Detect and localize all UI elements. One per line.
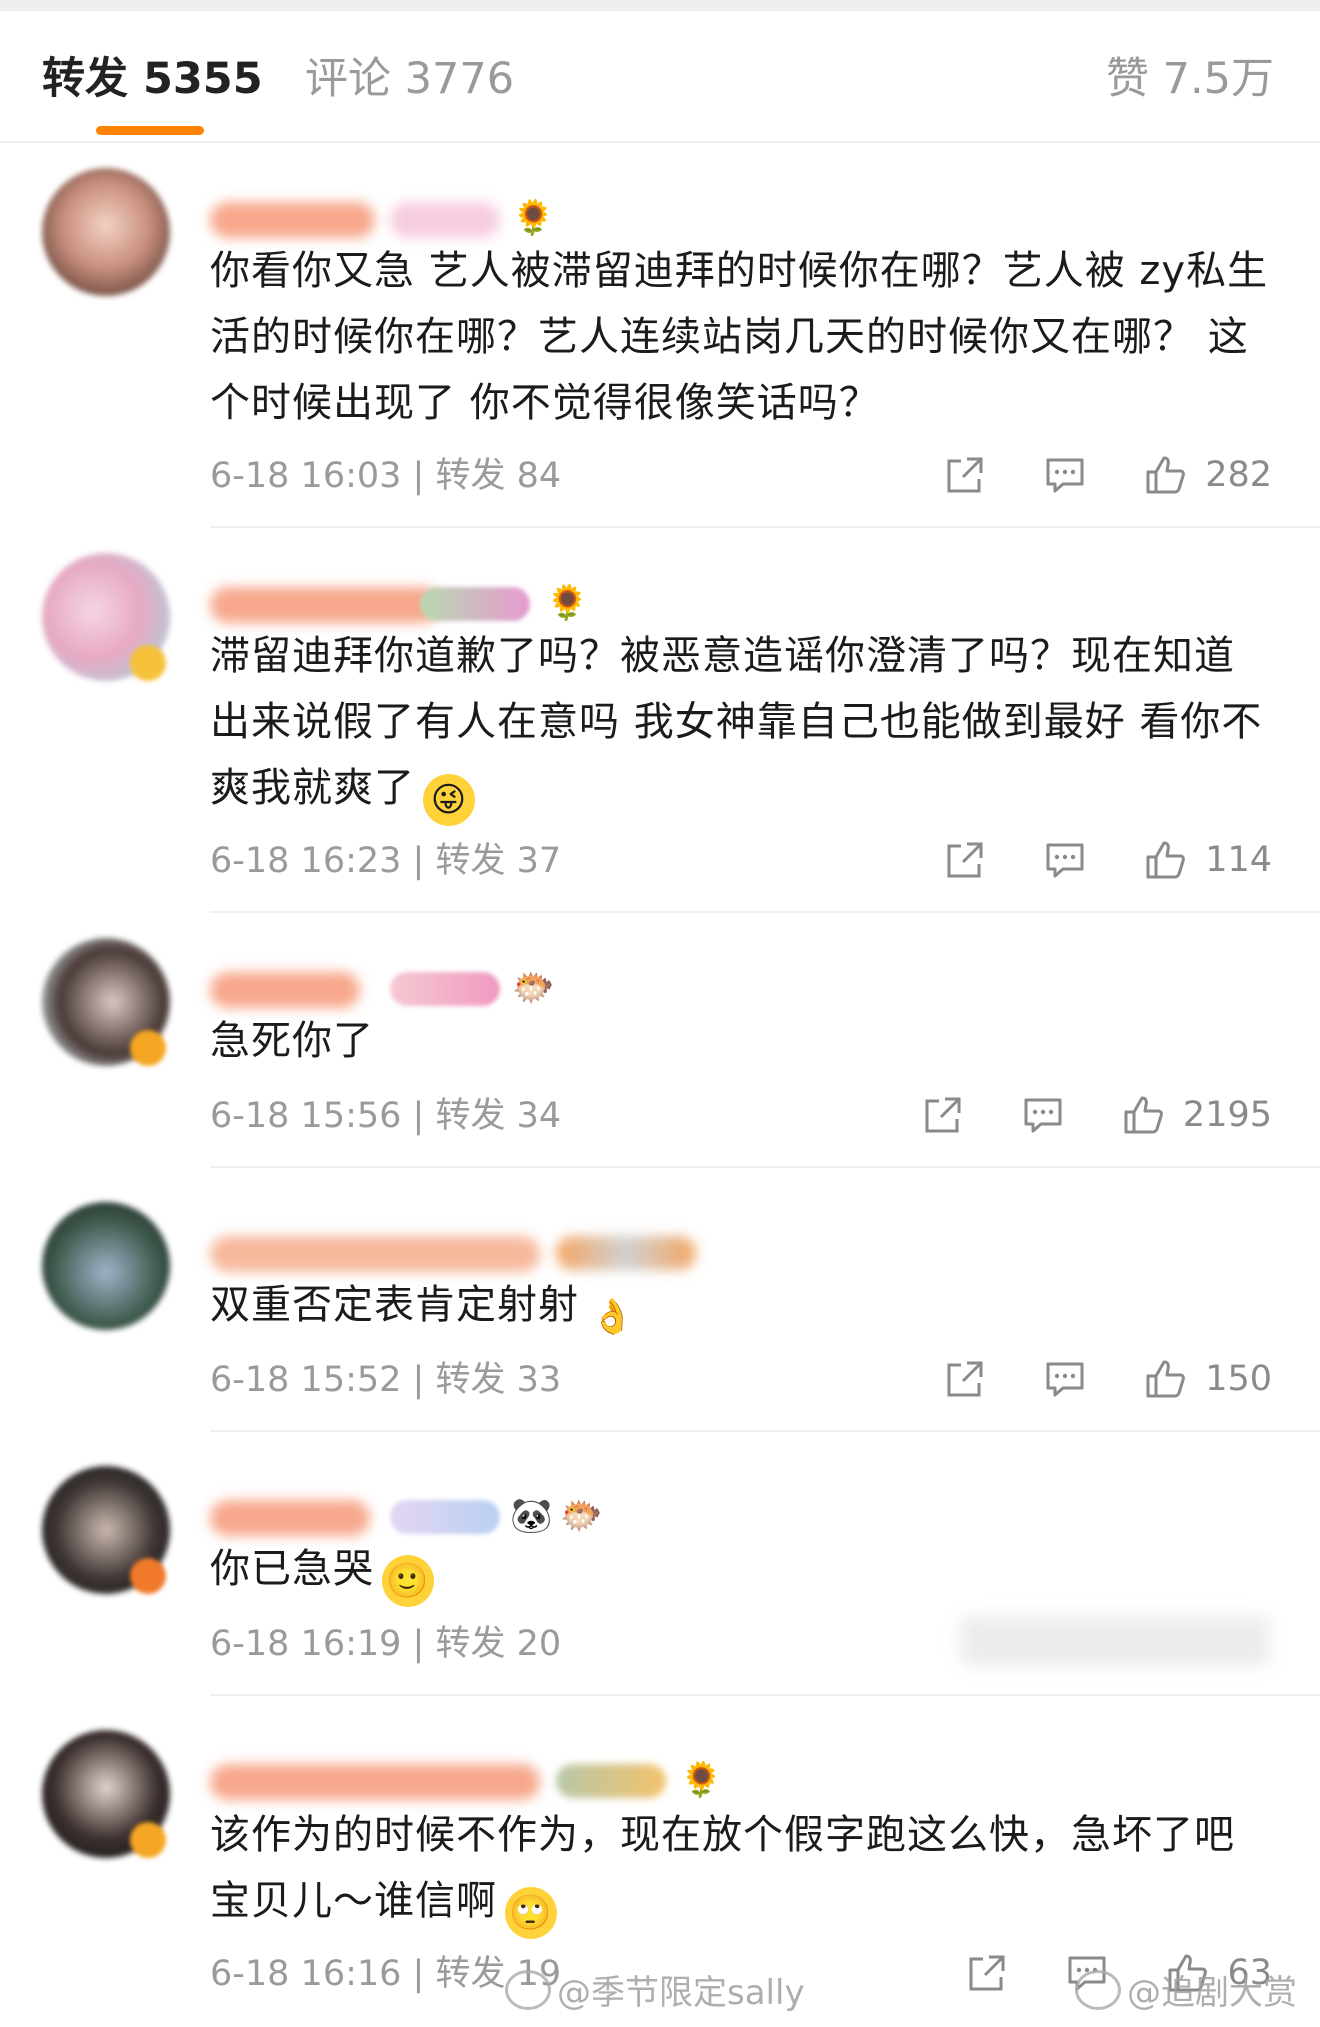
watermark-right-text: @追剧大赏 xyxy=(1127,1973,1297,2013)
share-icon[interactable] xyxy=(921,1093,965,1137)
username-blurred[interactable] xyxy=(210,1500,370,1536)
username-blurred[interactable] xyxy=(210,202,375,238)
thumbs-up-icon xyxy=(1146,841,1186,879)
comment-text-body: 你已急哭 xyxy=(210,1546,374,1592)
share-icon[interactable] xyxy=(965,1951,1009,1995)
like-button[interactable]: 2195 xyxy=(1121,1093,1272,1137)
weibo-logo-icon xyxy=(1075,1970,1121,2010)
comment-text-body: 双重否定表肯定射射 xyxy=(210,1282,579,1328)
tab-likes[interactable]: 赞 7.5万 xyxy=(1106,51,1274,107)
comment-meta: 6-18 16:19 | 转发 20 xyxy=(210,1624,562,1664)
comment-item: 🐡 急死你了 6-18 15:56 | 转发 34 2195 xyxy=(0,938,1320,1168)
like-count: 282 xyxy=(1205,455,1272,495)
comment-actions: 2195 xyxy=(865,1092,1272,1138)
comment-item: 🐼 🐡 你已急哭 🙂 6-18 16:19 | 转发 20 xyxy=(0,1466,1320,1696)
comment-meta: 6-18 16:03 | 转发 84 xyxy=(210,456,562,496)
fish-icon: 🐡 xyxy=(512,968,555,1008)
avatar[interactable] xyxy=(42,168,170,296)
comment-meta: 6-18 15:56 | 转发 34 xyxy=(210,1096,562,1136)
name-badge-blurred xyxy=(390,202,500,238)
level-badge-icon xyxy=(420,587,530,621)
comment-meta: 6-18 16:23 | 转发 37 xyxy=(210,841,562,881)
comment-item: 🌻 滞留迪拜你道歉了吗？被恶意造谣你澄清了吗？现在知道出来说假了有人在意吗 我女… xyxy=(0,553,1320,913)
divider xyxy=(210,1166,1320,1168)
comment-meta: 6-18 15:52 | 转发 33 xyxy=(210,1360,562,1400)
comment-text: 你已急哭 🙂 xyxy=(210,1536,1270,1607)
avatar[interactable] xyxy=(42,1202,170,1330)
weibo-logo-icon xyxy=(505,1970,551,2010)
divider xyxy=(210,1430,1320,1432)
level-badge-icon xyxy=(556,1764,666,1798)
ok-hand-emoji: 👌 xyxy=(591,1297,635,1337)
comment-icon[interactable] xyxy=(1043,838,1087,882)
share-icon[interactable] xyxy=(943,1357,987,1401)
like-count: 114 xyxy=(1205,840,1272,880)
comment-actions: 114 xyxy=(887,837,1272,883)
thumbs-up-icon xyxy=(1146,456,1186,494)
comment-text: 你看你又急 艺人被滞留迪拜的时候你在哪？艺人被 zy私生活的时候你在哪？艺人连续… xyxy=(210,248,1269,426)
tongue-wink-emoji: 😜 xyxy=(423,774,475,826)
like-count: 150 xyxy=(1205,1359,1272,1399)
like-button[interactable]: 282 xyxy=(1143,453,1272,497)
comment-item: 🌻 你看你又急 艺人被滞留迪拜的时候你在哪？艺人被 zy私生活的时候你在哪？艺人… xyxy=(0,168,1320,528)
tab-comments[interactable]: 评论 3776 xyxy=(305,51,514,107)
sunflower-icon: 🌻 xyxy=(680,1760,723,1800)
comment-text-body: 该作为的时候不作为，现在放个假字跑这么快，急坏了吧宝贝儿～谁信啊 xyxy=(210,1812,1235,1924)
like-button[interactable]: 150 xyxy=(1143,1357,1272,1401)
comment-item: 双重否定表肯定射射 👌 6-18 15:52 | 转发 33 150 xyxy=(0,1202,1320,1432)
username-blurred[interactable] xyxy=(210,972,360,1008)
top-strip xyxy=(0,0,1320,11)
fish-icon: 🐡 xyxy=(560,1496,603,1536)
like-count: 2195 xyxy=(1182,1095,1272,1135)
divider xyxy=(210,526,1320,528)
username-blurred[interactable] xyxy=(210,587,440,623)
comment-icon[interactable] xyxy=(1043,1357,1087,1401)
verified-badge-icon xyxy=(130,1822,166,1858)
share-icon[interactable] xyxy=(943,453,987,497)
verified-badge-icon xyxy=(130,645,166,681)
comment-icon[interactable] xyxy=(1021,1093,1065,1137)
sunflower-icon: 🌻 xyxy=(512,198,555,238)
eye-roll-emoji: 🙄 xyxy=(505,1887,557,1939)
badge-icon xyxy=(556,1236,696,1270)
sunflower-icon: 🌻 xyxy=(546,583,589,623)
comment-icon[interactable] xyxy=(1043,453,1087,497)
thumbs-up-icon xyxy=(1146,1360,1186,1398)
tab-active-indicator xyxy=(96,126,204,135)
blurred-actions xyxy=(960,1616,1270,1666)
like-button[interactable]: 114 xyxy=(1143,838,1272,882)
level-badge-icon xyxy=(390,972,500,1006)
comment-text: 双重否定表肯定射射 👌 xyxy=(210,1272,1270,1343)
watermark-left: @季节限定sally xyxy=(505,1965,805,2014)
comment-text-body: 滞留迪拜你道歉了吗？被恶意造谣你澄清了吗？现在知道出来说假了有人在意吗 我女神靠… xyxy=(210,633,1263,811)
comment-text: 该作为的时候不作为，现在放个假字跑这么快，急坏了吧宝贝儿～谁信啊 🙄 xyxy=(210,1802,1270,1939)
tab-repost[interactable]: 转发 5355 xyxy=(42,51,263,107)
comment-text: 急死你了 xyxy=(210,1018,374,1064)
comment-text: 滞留迪拜你道歉了吗？被恶意造谣你澄清了吗？现在知道出来说假了有人在意吗 我女神靠… xyxy=(210,623,1270,826)
smile-emoji: 🙂 xyxy=(382,1555,434,1607)
verified-badge-icon xyxy=(130,1558,166,1594)
thumbs-up-icon xyxy=(1124,1096,1163,1134)
comment-actions: 150 xyxy=(887,1356,1272,1402)
comment-actions: 282 xyxy=(887,452,1272,498)
tab-bar: 转发 5355 评论 3776 赞 7.5万 xyxy=(0,11,1320,143)
username-blurred[interactable] xyxy=(210,1236,540,1272)
divider xyxy=(210,1694,1320,1696)
watermark-left-text: @季节限定sally xyxy=(557,1973,805,2013)
username-blurred[interactable] xyxy=(210,1764,540,1800)
panda-icon: 🐼 xyxy=(510,1496,553,1536)
watermark-right: @追剧大赏 xyxy=(1075,1965,1297,2014)
verified-badge-icon xyxy=(130,1030,166,1066)
share-icon[interactable] xyxy=(943,838,987,882)
divider xyxy=(210,911,1320,913)
level-badge-icon xyxy=(390,1500,500,1534)
